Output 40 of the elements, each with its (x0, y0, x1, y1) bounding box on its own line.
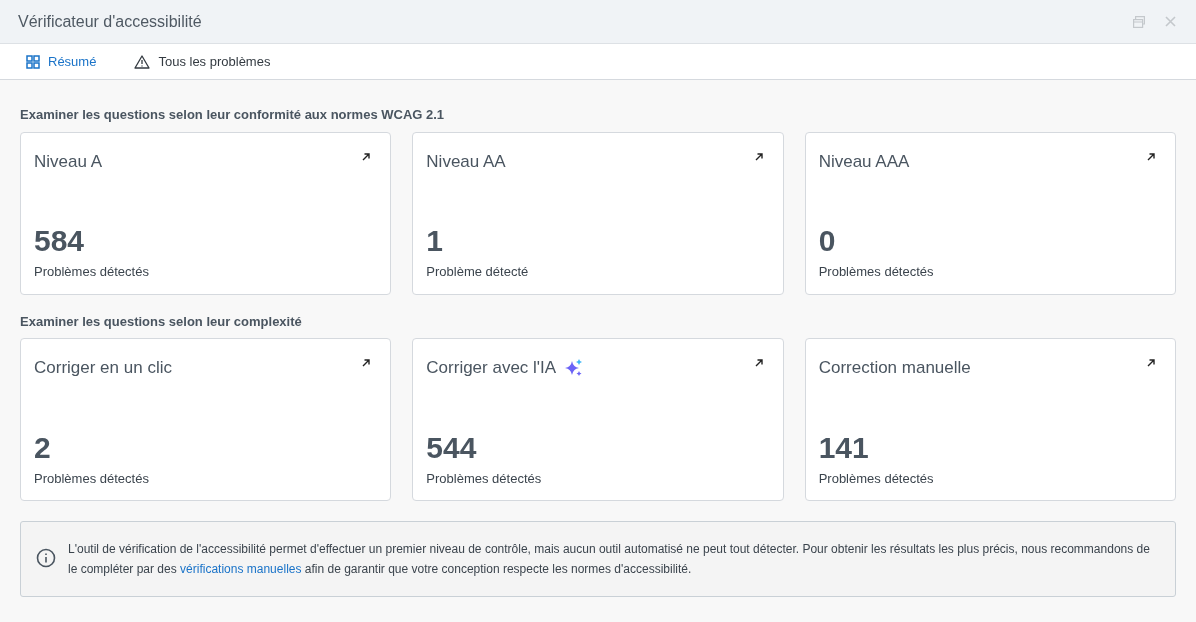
section-heading: Examiner les questions selon leur conformité aux normes WCAG 2.1 (20, 106, 446, 124)
count-caption: Problèmes détectés (818, 469, 935, 488)
summary-card[interactable]: Niveau A 584 Problèmes détectés (20, 131, 392, 295)
card-title: Niveau A (34, 150, 103, 173)
arrow-up-right-icon[interactable] (1146, 358, 1156, 368)
issue-count: 584 (34, 223, 86, 259)
arrow-up-right-icon[interactable] (361, 358, 372, 368)
count-caption: Problème détecté (426, 263, 530, 281)
arrow-up-right-icon[interactable] (753, 358, 764, 368)
arrow-up-right-icon[interactable] (361, 151, 372, 162)
summary-card[interactable]: Corriger avec l'IA 544 Problèmes détectés (412, 338, 784, 501)
arrow-up-right-icon[interactable] (753, 151, 764, 162)
arrow-up-right-icon[interactable] (1146, 151, 1156, 162)
tab[interactable]: Résumé (26, 51, 97, 72)
grid-icon (26, 54, 40, 69)
summary-card[interactable]: Niveau AA 1 Problème détecté (412, 131, 784, 295)
card-title: Corriger en un clic (34, 357, 172, 379)
window-title: Vérificateur d'accessibilité (18, 11, 202, 32)
info-icon (36, 548, 56, 568)
count-caption: Problèmes détectés (818, 263, 935, 281)
card-title: Corriger avec l'IA (426, 357, 557, 379)
count-caption: Problèmes détectés (34, 263, 150, 281)
manual-checks-link[interactable]: vérifications manuelles (180, 562, 302, 576)
summary-card[interactable]: Correction manuelle 141 Problèmes détectés (804, 338, 1176, 501)
section-heading: Examiner les questions selon leur complexité (20, 312, 303, 331)
summary-card[interactable]: Corriger en un clic 2 Problèmes détectés (20, 338, 392, 501)
card-title: Niveau AA (426, 150, 506, 173)
card-title: Correction manuelle (818, 357, 971, 379)
issue-count: 544 (426, 429, 478, 466)
issue-count: 0 (818, 223, 837, 259)
issue-count: 1 (426, 223, 444, 259)
issue-count: 141 (818, 429, 870, 466)
card-title: Niveau AAA (818, 150, 910, 173)
issue-count: 2 (34, 429, 52, 466)
count-caption: Problèmes détectés (426, 469, 543, 488)
count-caption: Problèmes détectés (34, 469, 150, 488)
summary-card[interactable]: Niveau AAA 0 Problèmes détectés (804, 131, 1176, 295)
notice-text: L'outil de vérification de l'accessibilité permet d'effectuer un premier niveau de contrôle, mais aucun outil automatisé ne peut tout détecter. Pour obtenir les résultats les plus précis, nous recommandons de le compléter par des vérifications manuelles afin de garantir que votre conception respecte les normes d'accessibilité. (68, 541, 1151, 578)
warning-icon (134, 54, 151, 69)
tab[interactable]: Tous les problèmes (134, 51, 271, 72)
